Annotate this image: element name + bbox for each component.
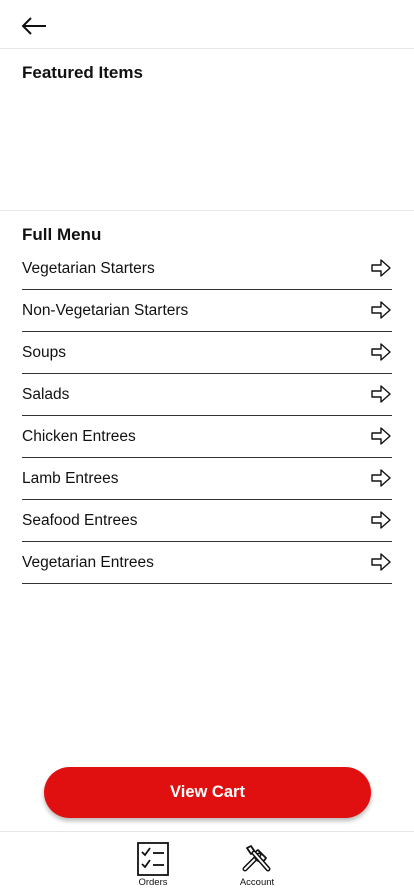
nav-orders-label: Orders bbox=[138, 877, 168, 888]
featured-section: Featured Items bbox=[0, 49, 414, 211]
arrow-right-icon bbox=[370, 384, 392, 404]
menu-item-label: Salads bbox=[22, 386, 70, 403]
arrow-right-icon bbox=[370, 342, 392, 362]
top-bar bbox=[0, 0, 414, 49]
menu-item-label: Soups bbox=[22, 344, 66, 361]
menu-item-soups[interactable]: Soups bbox=[22, 332, 392, 374]
full-menu-title: Full Menu bbox=[22, 225, 102, 244]
bottom-nav: Orders Account bbox=[0, 831, 414, 896]
arrow-right-icon bbox=[370, 258, 392, 278]
checklist-icon bbox=[137, 842, 169, 876]
menu-item-vegetarian-entrees[interactable]: Vegetarian Entrees bbox=[22, 542, 392, 584]
view-cart-button[interactable]: View Cart bbox=[44, 767, 371, 818]
menu-item-seafood-entrees[interactable]: Seafood Entrees bbox=[22, 500, 392, 542]
arrow-left-icon bbox=[21, 17, 46, 35]
nav-orders[interactable]: Orders bbox=[123, 842, 183, 888]
menu-list: Vegetarian Starters Non-Vegetarian Start… bbox=[22, 248, 392, 584]
menu-item-chicken-entrees[interactable]: Chicken Entrees bbox=[22, 416, 392, 458]
menu-item-salads[interactable]: Salads bbox=[22, 374, 392, 416]
arrow-right-icon bbox=[370, 426, 392, 446]
menu-item-label: Non-Vegetarian Starters bbox=[22, 302, 189, 319]
nav-account[interactable]: Account bbox=[227, 842, 287, 888]
menu-item-label: Chicken Entrees bbox=[22, 428, 136, 445]
arrow-right-icon bbox=[370, 300, 392, 320]
arrow-right-icon bbox=[370, 510, 392, 530]
back-button[interactable] bbox=[20, 13, 50, 39]
menu-item-label: Vegetarian Entrees bbox=[22, 554, 154, 571]
arrow-right-icon bbox=[370, 552, 392, 572]
menu-item-label: Lamb Entrees bbox=[22, 470, 119, 487]
menu-item-vegetarian-starters[interactable]: Vegetarian Starters bbox=[22, 248, 392, 290]
menu-item-lamb-entrees[interactable]: Lamb Entrees bbox=[22, 458, 392, 500]
nav-account-label: Account bbox=[239, 877, 275, 888]
tools-icon bbox=[242, 845, 271, 872]
menu-item-non-vegetarian-starters[interactable]: Non-Vegetarian Starters bbox=[22, 290, 392, 332]
arrow-right-icon bbox=[370, 468, 392, 488]
menu-item-label: Seafood Entrees bbox=[22, 512, 138, 529]
menu-item-label: Vegetarian Starters bbox=[22, 260, 155, 277]
featured-title: Featured Items bbox=[22, 63, 143, 82]
